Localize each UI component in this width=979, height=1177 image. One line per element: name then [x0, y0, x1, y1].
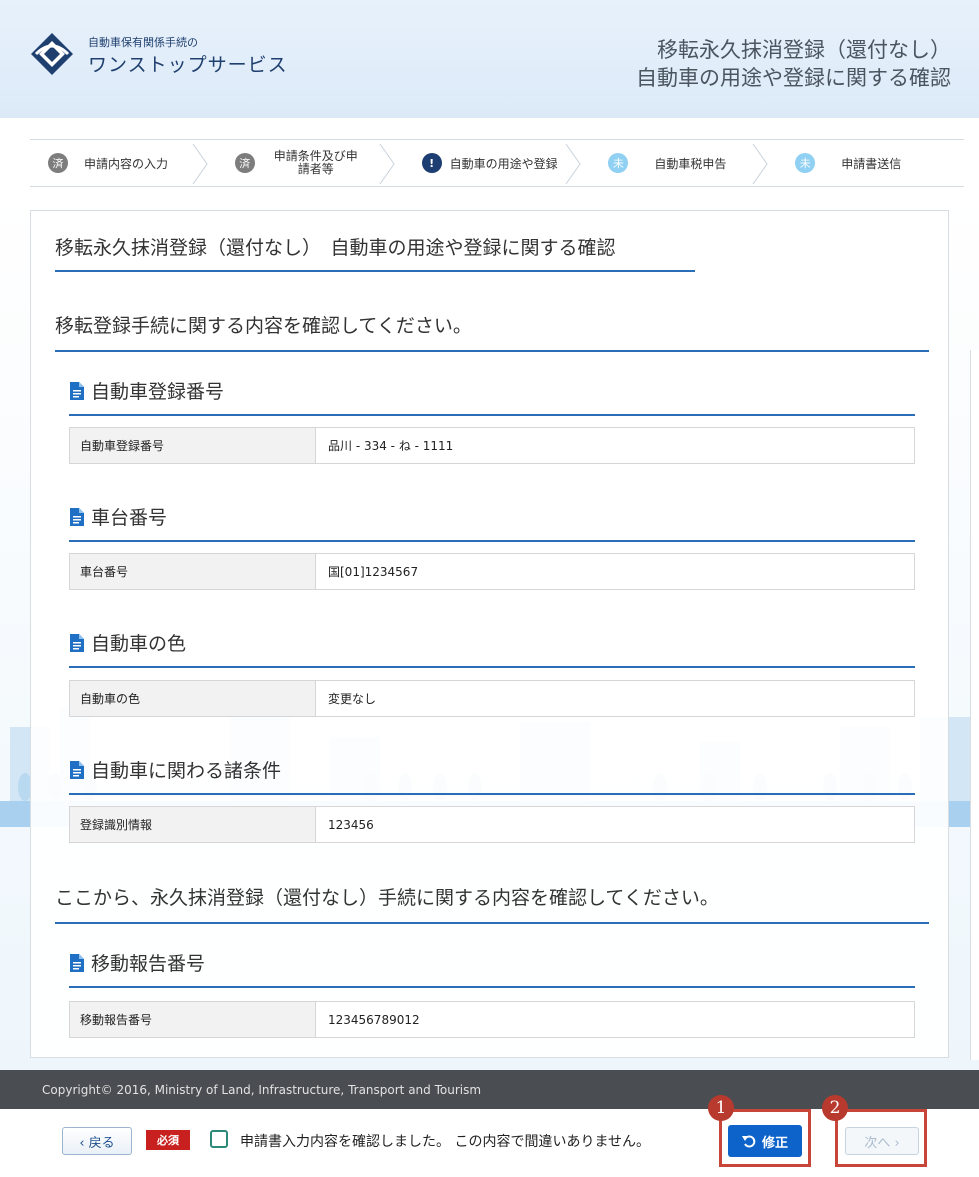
step-progress-bar: 済 申請内容の入力 済 申請条件及び申請者等 ! 自動車の用途や登録 未 自動車… — [30, 139, 964, 187]
section-heading-transfer: 移転登録手続に関する内容を確認してください。 — [55, 311, 929, 352]
subheading-label: 車台番号 — [91, 507, 168, 529]
row-value: 品川 - 334 - ね - 1111 — [316, 428, 914, 463]
copyright-text: Copyright© 2016, Ministry of Land, Infra… — [42, 1082, 482, 1097]
table-row: 登録識別情報 123456 — [69, 806, 915, 843]
step-label: 申請条件及び申請者等 — [273, 149, 358, 176]
row-value: 変更なし — [316, 681, 914, 716]
subheading-registration-number: 自動車登録番号 — [69, 377, 915, 416]
callout-number-2: 2 — [822, 1095, 848, 1121]
confirm-checkbox[interactable] — [210, 1130, 228, 1148]
row-key: 車台番号 — [70, 554, 316, 589]
document-icon — [70, 381, 84, 400]
subheading-label: 自動車の色 — [91, 633, 187, 655]
table-row: 自動車登録番号 品川 - 334 - ね - 1111 — [69, 427, 915, 464]
subheading-vehicle-color: 自動車の色 — [69, 629, 915, 668]
callout-highlight-fix — [719, 1109, 811, 1167]
header: 自動車保有関係手続の ワンストップサービス 移転永久抹消登録（還付なし） 自動車… — [0, 0, 979, 118]
document-icon — [70, 760, 84, 779]
step-label: 自動車の用途や登録 — [449, 156, 558, 171]
document-icon — [70, 953, 84, 972]
subheading-label: 自動車登録番号 — [91, 381, 225, 403]
logo-subtitle: 自動車保有関係手続の — [88, 36, 198, 49]
row-key: 移動報告番号 — [70, 1002, 316, 1037]
callout-number-1: 1 — [708, 1095, 734, 1121]
logo-icon — [31, 33, 73, 75]
subheading-vehicle-conditions: 自動車に関わる諸条件 — [69, 756, 915, 795]
step-label: 申請書送信 — [841, 156, 902, 171]
row-value: 国[01]1234567 — [316, 554, 914, 589]
subheading-transfer-report-number: 移動報告番号 — [69, 949, 915, 988]
header-title-line2: 自動車の用途や登録に関する確認 — [636, 66, 951, 90]
confirm-label[interactable]: 申請書入力内容を確認しました。 この内容で間違いありません。 — [240, 1131, 650, 1151]
document-icon — [70, 507, 84, 526]
subheading-label: 移動報告番号 — [91, 953, 206, 975]
section-heading-deregistration: ここから、永久抹消登録（還付なし）手続に関する内容を確認してください。 — [55, 883, 929, 924]
row-key: 自動車の色 — [70, 681, 316, 716]
header-title: 移転永久抹消登録（還付なし） 自動車の用途や登録に関する確認 — [636, 36, 951, 92]
step-3: ! 自動車の用途や登録 — [404, 140, 591, 186]
scroll-rail — [970, 350, 979, 1060]
subheading-label: 自動車に関わる諸条件 — [91, 760, 282, 782]
row-value: 123456 — [316, 807, 914, 842]
row-key: 登録識別情報 — [70, 807, 316, 842]
row-value: 123456789012 — [316, 1002, 914, 1037]
logo-title: ワンストップサービス — [88, 54, 288, 76]
table-row: 車台番号 国[01]1234567 — [69, 553, 915, 590]
step-2: 済 申請条件及び申請者等 — [217, 140, 404, 186]
table-row: 移動報告番号 123456789012 — [69, 1001, 915, 1038]
step-label: 自動車税申告 — [654, 156, 727, 171]
pending-icon: 未 — [608, 153, 629, 173]
document-icon — [70, 633, 84, 652]
pending-icon: 未 — [795, 153, 816, 173]
table-row: 自動車の色 変更なし — [69, 680, 915, 717]
done-icon: 済 — [48, 153, 68, 173]
page-title: 移転永久抹消登録（還付なし） 自動車の用途や登録に関する確認 — [55, 233, 695, 272]
step-label: 申請内容の入力 — [84, 156, 169, 171]
step-5: 未 申請書送信 — [777, 140, 964, 186]
subheading-chassis-number: 車台番号 — [69, 503, 915, 542]
done-icon: 済 — [234, 153, 255, 173]
step-1: 済 申請内容の入力 — [30, 140, 217, 186]
callout-highlight-next — [835, 1109, 927, 1167]
back-button[interactable]: ‹ 戻る — [62, 1127, 132, 1155]
alert-icon: ! — [421, 153, 442, 173]
required-badge: 必須 — [146, 1130, 190, 1150]
footer-action-bar: ‹ 戻る 必須 申請書入力内容を確認しました。 この内容で間違いありません。 修… — [0, 1095, 979, 1177]
header-title-line1: 移転永久抹消登録（還付なし） — [657, 38, 951, 62]
step-4: 未 自動車税申告 — [590, 140, 777, 186]
main-card: 移転永久抹消登録（還付なし） 自動車の用途や登録に関する確認 移転登録手続に関す… — [30, 210, 949, 1058]
row-key: 自動車登録番号 — [70, 428, 316, 463]
